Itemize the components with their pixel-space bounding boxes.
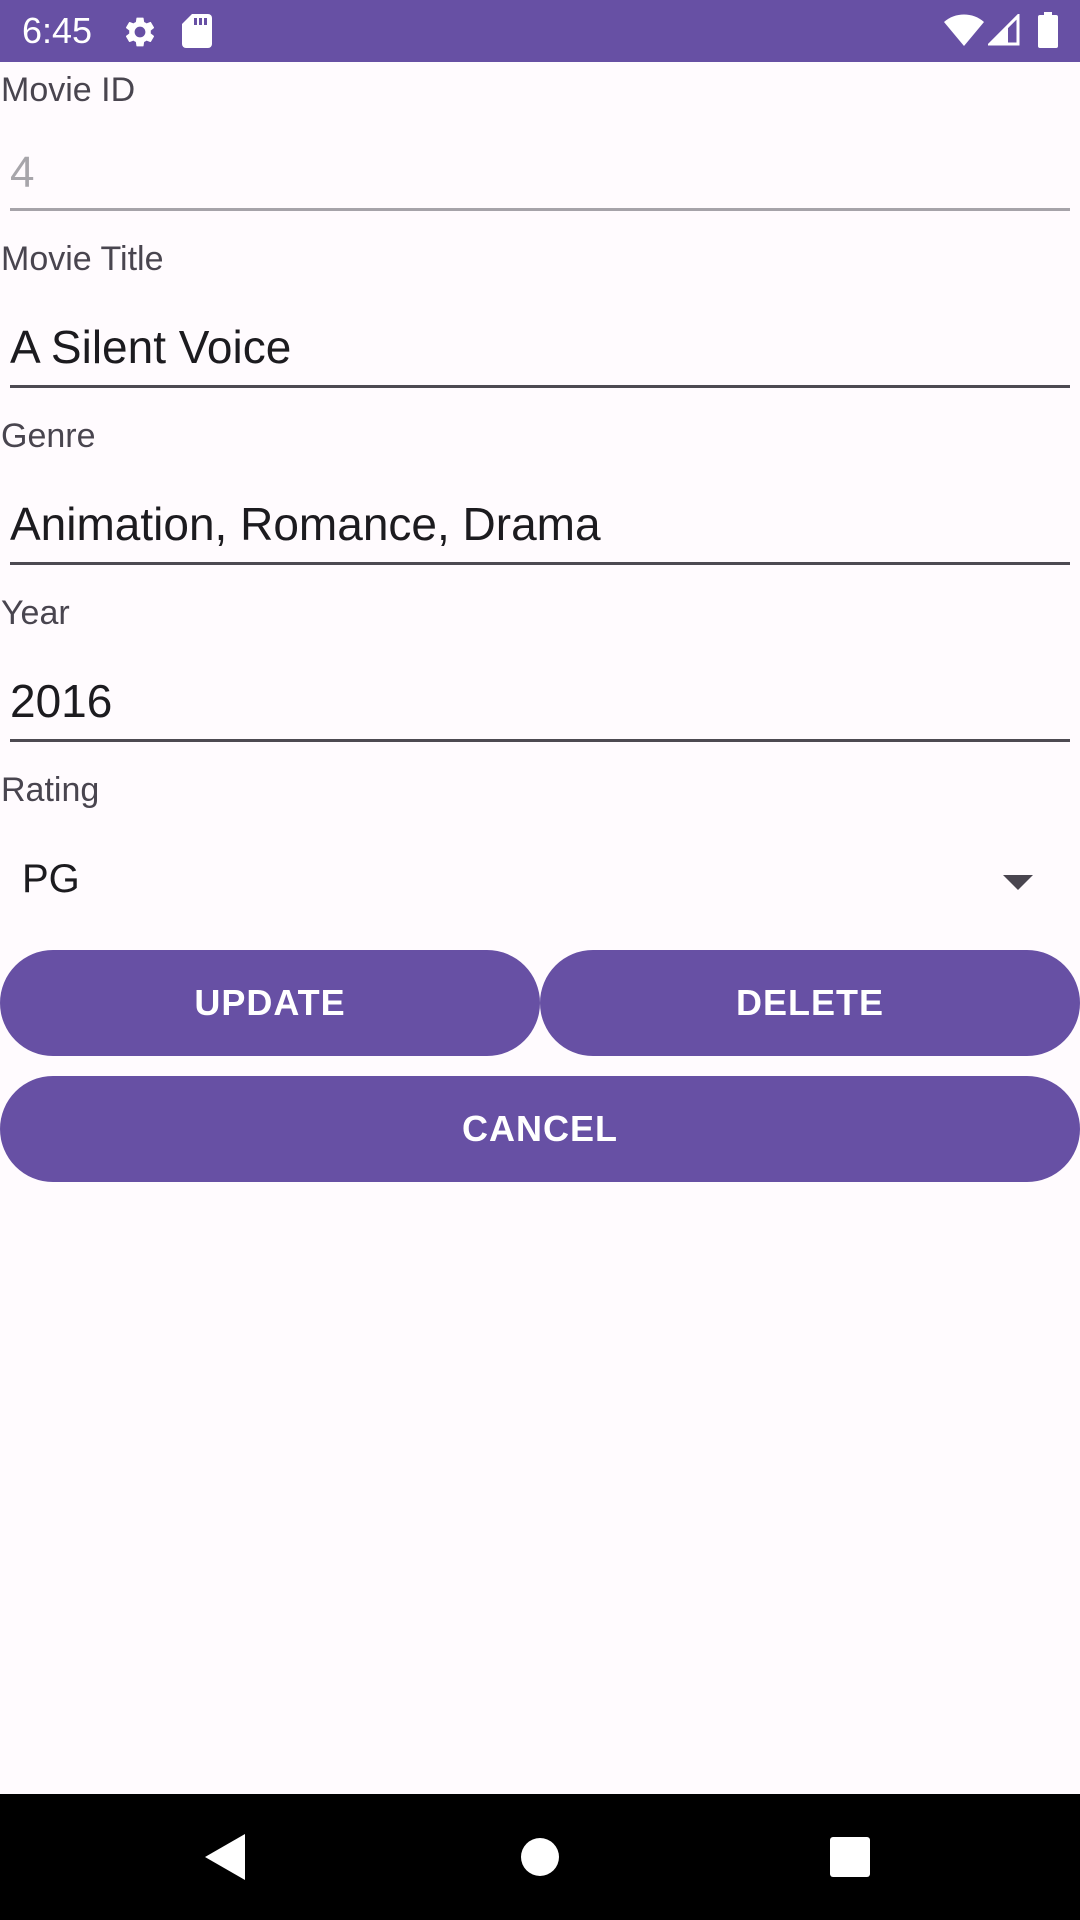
nav-home-button[interactable] (465, 1794, 615, 1920)
movie-title-underline (10, 385, 1070, 388)
movie-title-input[interactable] (10, 312, 1070, 382)
delete-button[interactable]: DELETE (540, 950, 1080, 1056)
year-label: Year (1, 594, 70, 632)
update-button[interactable]: UPDATE (0, 950, 540, 1056)
movie-id-underline (10, 208, 1070, 211)
genre-underline (10, 562, 1070, 565)
genre-label: Genre (1, 417, 96, 455)
nav-recents-button[interactable] (775, 1794, 925, 1920)
year-input[interactable] (10, 666, 1070, 736)
wifi-icon (944, 14, 984, 46)
recents-icon (830, 1837, 870, 1877)
movie-id-label: Movie ID (1, 71, 136, 109)
movie-id-input (10, 138, 1070, 208)
year-underline (10, 739, 1070, 742)
rating-spinner[interactable]: PG (0, 835, 1080, 925)
dropdown-arrow-icon (1003, 875, 1033, 890)
home-icon (521, 1838, 559, 1876)
back-icon (205, 1834, 245, 1880)
rating-selected-value: PG (22, 857, 80, 901)
battery-icon (1038, 12, 1058, 48)
status-bar: 6:45 (0, 0, 1080, 62)
genre-input[interactable] (10, 489, 1070, 559)
cell-signal-icon (988, 14, 1020, 46)
movie-title-label: Movie Title (1, 240, 164, 278)
sd-card-icon (182, 14, 212, 48)
navigation-bar (0, 1794, 1080, 1920)
status-time: 6:45 (22, 10, 93, 51)
settings-icon (125, 17, 155, 47)
cancel-button[interactable]: CANCEL (0, 1076, 1080, 1182)
rating-label: Rating (1, 771, 100, 809)
nav-back-button[interactable] (150, 1794, 300, 1920)
